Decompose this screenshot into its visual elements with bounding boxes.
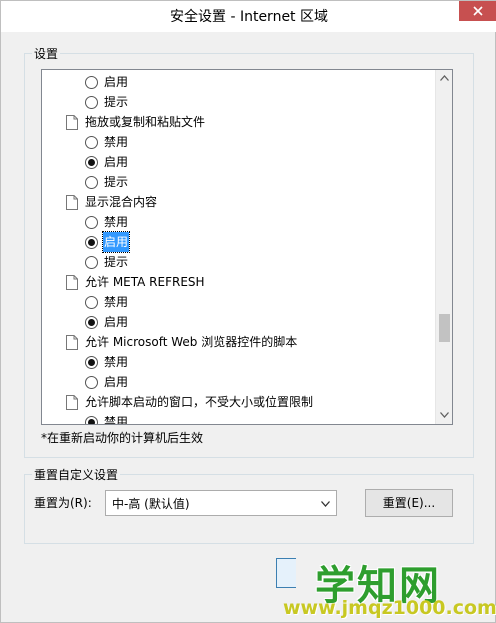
radio-option-label[interactable]: 禁用 bbox=[104, 352, 128, 372]
chevron-down-icon bbox=[440, 412, 449, 418]
radio-unchecked[interactable] bbox=[85, 376, 98, 389]
radio-option[interactable]: 禁用 bbox=[42, 212, 437, 232]
security-settings-dialog: 安全设置 - Internet 区域 设置 启用 提示 拖放或复制和粘贴文件 禁用 启用… bbox=[0, 0, 496, 623]
radio-unchecked[interactable] bbox=[85, 136, 98, 149]
reset-button[interactable]: 重置(E)... bbox=[365, 489, 453, 517]
setting-category: 允许 META REFRESH bbox=[42, 272, 437, 292]
radio-option-label[interactable]: 禁用 bbox=[104, 132, 128, 152]
setting-category-label: 允许 META REFRESH bbox=[85, 275, 205, 289]
restart-note: *在重新启动你的计算机后生效 bbox=[41, 431, 204, 445]
close-button[interactable] bbox=[459, 1, 496, 21]
reset-group-label: 重置自定义设置 bbox=[32, 466, 121, 483]
radio-unchecked[interactable] bbox=[85, 176, 98, 189]
radio-option-label[interactable]: 启用 bbox=[101, 231, 131, 253]
document-icon bbox=[66, 275, 78, 290]
radio-option[interactable]: 启用 bbox=[42, 372, 437, 392]
radio-option[interactable]: 禁用 bbox=[42, 292, 437, 312]
radio-checked[interactable] bbox=[85, 316, 98, 329]
document-icon bbox=[66, 335, 78, 350]
radio-option-label[interactable]: 提示 bbox=[104, 172, 128, 192]
radio-unchecked[interactable] bbox=[85, 76, 98, 89]
radio-option-label[interactable]: 禁用 bbox=[104, 212, 128, 232]
document-icon bbox=[66, 395, 78, 410]
radio-option-label[interactable]: 启用 bbox=[104, 152, 128, 172]
radio-option[interactable]: 启用 bbox=[42, 152, 437, 172]
setting-category-label: 允许脚本启动的窗口，不受大小或位置限制 bbox=[85, 395, 314, 409]
setting-category: 允许脚本启动的窗口，不受大小或位置限制 bbox=[42, 392, 437, 412]
radio-option[interactable]: 禁用 bbox=[42, 412, 437, 424]
settings-list-rows: 启用 提示 拖放或复制和粘贴文件 禁用 启用 提示 显示混合内容 禁用 启用 提示 允许 META … bbox=[42, 72, 437, 424]
scroll-down-button[interactable] bbox=[436, 407, 452, 424]
radio-option-label[interactable]: 提示 bbox=[104, 252, 128, 272]
close-icon bbox=[473, 6, 483, 16]
radio-checked[interactable] bbox=[85, 236, 98, 249]
setting-category-label: 允许 Microsoft Web 浏览器控件的脚本 bbox=[85, 335, 298, 349]
scroll-up-button[interactable] bbox=[436, 70, 452, 87]
chevron-up-icon bbox=[440, 75, 449, 81]
radio-option-label[interactable]: 启用 bbox=[104, 72, 128, 92]
site-watermark: 学知网 www.jmqz1000.com bbox=[279, 553, 496, 623]
radio-option[interactable]: 提示 bbox=[42, 252, 437, 272]
vertical-scrollbar[interactable] bbox=[435, 70, 452, 424]
document-icon bbox=[66, 115, 78, 130]
settings-list[interactable]: 启用 提示 拖放或复制和粘贴文件 禁用 启用 提示 显示混合内容 禁用 启用 提示 允许 META … bbox=[41, 69, 453, 425]
radio-option[interactable]: 启用 bbox=[42, 72, 437, 92]
radio-option[interactable]: 启用 bbox=[42, 312, 437, 332]
radio-unchecked[interactable] bbox=[85, 296, 98, 309]
title-bar: 安全设置 - Internet 区域 bbox=[1, 1, 496, 32]
reset-level-value: 中-高 (默认值) bbox=[112, 497, 190, 511]
setting-category: 允许 Microsoft Web 浏览器控件的脚本 bbox=[42, 332, 437, 352]
setting-category-label: 拖放或复制和粘贴文件 bbox=[85, 115, 206, 129]
radio-checked[interactable] bbox=[85, 356, 98, 369]
reset-level-select[interactable]: 中-高 (默认值) bbox=[105, 490, 337, 516]
radio-option[interactable]: 禁用 bbox=[42, 132, 437, 152]
radio-option-label[interactable]: 启用 bbox=[104, 312, 128, 332]
setting-category-label: 显示混合内容 bbox=[85, 195, 158, 209]
setting-category: 显示混合内容 bbox=[42, 192, 437, 212]
radio-option[interactable]: 提示 bbox=[42, 172, 437, 192]
radio-unchecked[interactable] bbox=[85, 256, 98, 269]
radio-checked[interactable] bbox=[85, 156, 98, 169]
scroll-thumb[interactable] bbox=[439, 314, 450, 342]
radio-option[interactable]: 提示 bbox=[42, 92, 437, 112]
window-title: 安全设置 - Internet 区域 bbox=[170, 9, 328, 25]
document-icon bbox=[66, 195, 78, 210]
radio-unchecked[interactable] bbox=[85, 216, 98, 229]
radio-option-label[interactable]: 启用 bbox=[104, 372, 128, 392]
radio-option-label[interactable]: 禁用 bbox=[104, 412, 128, 424]
setting-category: 拖放或复制和粘贴文件 bbox=[42, 112, 437, 132]
radio-option-label[interactable]: 提示 bbox=[104, 92, 128, 112]
radio-option[interactable]: 禁用 bbox=[42, 352, 437, 372]
radio-unchecked[interactable] bbox=[85, 96, 98, 109]
radio-option-label[interactable]: 禁用 bbox=[104, 292, 128, 312]
radio-checked[interactable] bbox=[85, 416, 98, 424]
chevron-down-icon bbox=[321, 501, 330, 507]
settings-group-label: 设置 bbox=[32, 45, 61, 62]
reset-to-label: 重置为(R): bbox=[34, 496, 92, 510]
radio-option[interactable]: 启用 bbox=[42, 231, 437, 253]
watermark-url: www.jmqz1000.com bbox=[283, 597, 496, 619]
